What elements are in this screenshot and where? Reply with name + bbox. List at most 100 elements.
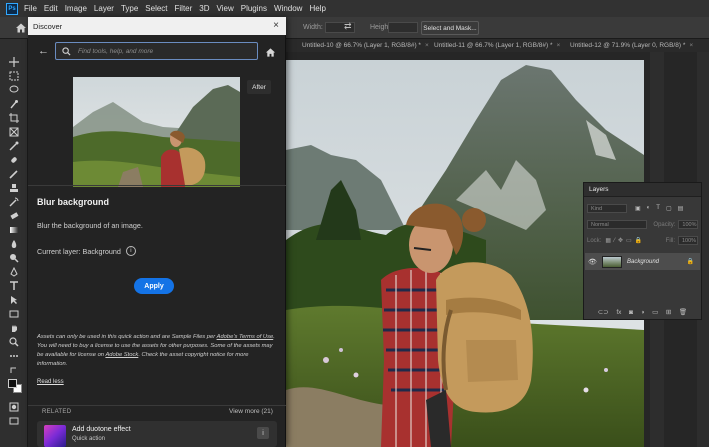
gradient-tool-icon[interactable]: [8, 224, 20, 235]
menu-select[interactable]: Select: [145, 4, 167, 13]
type-tool-icon[interactable]: [8, 280, 20, 291]
eye-icon[interactable]: 👁: [588, 258, 598, 266]
divider: [28, 185, 286, 186]
eraser-tool-icon[interactable]: [8, 210, 20, 221]
tab-untitled-10[interactable]: Untitled-10 @ 66.7% (Layer 1, RGB/8#) * ×: [302, 39, 429, 52]
adjustment-layer-icon[interactable]: ◑: [641, 309, 645, 316]
info-icon[interactable]: i: [257, 427, 269, 439]
shape-filter-icon[interactable]: ▢: [666, 205, 672, 212]
path-selection-tool-icon[interactable]: [8, 294, 20, 305]
tab-untitled-12[interactable]: Untitled-12 @ 71.9% (Layer 0, RGB/8) * ×: [570, 39, 693, 52]
smart-object-filter-icon[interactable]: ▤: [678, 205, 684, 212]
fx-icon[interactable]: fx: [616, 309, 621, 316]
related-heading: RELATED: [42, 409, 72, 415]
close-icon[interactable]: ×: [689, 42, 693, 49]
lock-fill-row: Lock: ▦⁄✥▭🔒 Fill: 100%: [587, 235, 698, 246]
terms-of-use-link[interactable]: Adobe's Terms of Use: [217, 334, 274, 340]
swap-colors-icon[interactable]: [8, 364, 20, 375]
tab-label: Untitled-12 @ 71.9% (Layer 0, RGB/8) *: [570, 42, 686, 49]
lasso-tool-icon[interactable]: [8, 84, 20, 95]
adjustment-filter-icon[interactable]: ◐: [647, 205, 651, 212]
healing-brush-tool-icon[interactable]: [8, 154, 20, 165]
frame-tool-icon[interactable]: [8, 126, 20, 137]
back-arrow-icon[interactable]: ←: [38, 45, 49, 57]
close-icon[interactable]: ×: [556, 42, 560, 49]
height-field[interactable]: [388, 22, 418, 33]
home-icon[interactable]: [15, 22, 27, 34]
blend-opacity-row: Normal Opacity: 100%: [587, 219, 698, 230]
hand-tool-icon[interactable]: [8, 322, 20, 333]
select-and-mask-button[interactable]: Select and Mask...: [421, 21, 479, 35]
home-icon[interactable]: [265, 45, 276, 63]
menu-help[interactable]: Help: [309, 4, 325, 13]
tab-untitled-11[interactable]: Untitled-11 @ 66.7% (Layer 1, RGB/8#) * ×: [434, 39, 560, 52]
lock-options-icon[interactable]: ▦⁄✥▭🔒: [605, 237, 645, 244]
rectangle-tool-icon[interactable]: [8, 308, 20, 319]
new-layer-icon[interactable]: ⊞: [666, 308, 671, 316]
tools-panel: [0, 39, 28, 447]
layers-panel: Layers Kind ▣ ◐ T ▢ ▤ Normal Opacity: 10…: [583, 182, 702, 320]
menu-image[interactable]: Image: [65, 4, 87, 13]
quick-mask-icon[interactable]: [8, 401, 20, 412]
width-label: Width:: [303, 24, 323, 31]
fill-label: Fill:: [665, 237, 675, 244]
adobe-stock-link[interactable]: Adobe Stock: [105, 352, 138, 358]
brush-tool-icon[interactable]: [8, 168, 20, 179]
discover-panel: Discover × ← Find tools, help, and more: [28, 17, 286, 447]
zoom-tool-icon[interactable]: [8, 336, 20, 347]
menu-filter[interactable]: Filter: [175, 4, 193, 13]
search-input[interactable]: Find tools, help, and more: [55, 42, 258, 60]
menu-edit[interactable]: Edit: [44, 4, 58, 13]
fill-field[interactable]: 100%: [678, 236, 698, 245]
close-icon[interactable]: ×: [273, 20, 279, 31]
related-item-card[interactable]: Add duotone effect Quick action i: [37, 421, 277, 447]
crop-tool-icon[interactable]: [8, 112, 20, 123]
move-tool-icon[interactable]: [8, 56, 20, 67]
layer-name[interactable]: Background: [627, 259, 659, 265]
menu-type[interactable]: Type: [121, 4, 138, 13]
filter-kind-select[interactable]: Kind: [587, 204, 627, 213]
add-mask-icon[interactable]: ◙: [629, 309, 633, 316]
eyedropper-tool-icon[interactable]: [8, 140, 20, 151]
menu-plugins[interactable]: Plugins: [241, 4, 267, 13]
delete-layer-icon[interactable]: 🗑: [679, 308, 687, 316]
read-less-link[interactable]: Read less: [37, 379, 64, 385]
swap-icon[interactable]: ⇄: [344, 21, 352, 32]
more-tools-icon[interactable]: [8, 350, 20, 361]
layers-panel-title[interactable]: Layers: [584, 183, 701, 197]
clone-stamp-tool-icon[interactable]: [8, 182, 20, 193]
related-item-subtitle: Quick action: [72, 436, 106, 442]
menu-3d[interactable]: 3D: [199, 4, 209, 13]
screen-mode-icon[interactable]: [8, 415, 20, 426]
menu-layer[interactable]: Layer: [94, 4, 114, 13]
marquee-tool-icon[interactable]: [8, 70, 20, 81]
menu-bar: Ps File Edit Image Layer Type Select Fil…: [0, 0, 709, 17]
new-group-icon[interactable]: ▭: [652, 308, 658, 316]
apply-button[interactable]: Apply: [134, 278, 174, 294]
foreground-background-colors[interactable]: [8, 379, 22, 393]
link-layers-icon[interactable]: ⊂⊃: [598, 308, 609, 316]
tab-label: Untitled-10 @ 66.7% (Layer 1, RGB/8#) *: [302, 42, 421, 49]
info-icon[interactable]: i: [125, 246, 136, 256]
close-icon[interactable]: ×: [425, 42, 429, 49]
quick-selection-tool-icon[interactable]: [8, 98, 20, 109]
pen-tool-icon[interactable]: [8, 266, 20, 277]
type-filter-icon[interactable]: T: [656, 205, 660, 212]
menu-view[interactable]: View: [217, 4, 234, 13]
layers-panel-footer: ⊂⊃ fx ◙ ◑ ▭ ⊞ 🗑: [584, 305, 701, 319]
foreground-color-swatch[interactable]: [8, 379, 17, 388]
blur-tool-icon[interactable]: [8, 238, 20, 249]
blend-mode-select[interactable]: Normal: [587, 220, 648, 229]
pixel-filter-icon[interactable]: ▣: [635, 205, 641, 212]
search-placeholder: Find tools, help, and more: [78, 47, 154, 55]
view-more-link[interactable]: View more (21): [229, 408, 273, 415]
tab-label: Untitled-11 @ 66.7% (Layer 1, RGB/8#) *: [434, 42, 553, 49]
history-brush-tool-icon[interactable]: [8, 196, 20, 207]
layer-row-background[interactable]: 👁 Background 🔒: [585, 253, 700, 270]
menu-file[interactable]: File: [24, 4, 37, 13]
dodge-tool-icon[interactable]: [8, 252, 20, 263]
menu-window[interactable]: Window: [274, 4, 302, 13]
opacity-field[interactable]: 100%: [678, 220, 698, 229]
divider: [28, 405, 286, 406]
after-badge[interactable]: After: [247, 80, 271, 94]
